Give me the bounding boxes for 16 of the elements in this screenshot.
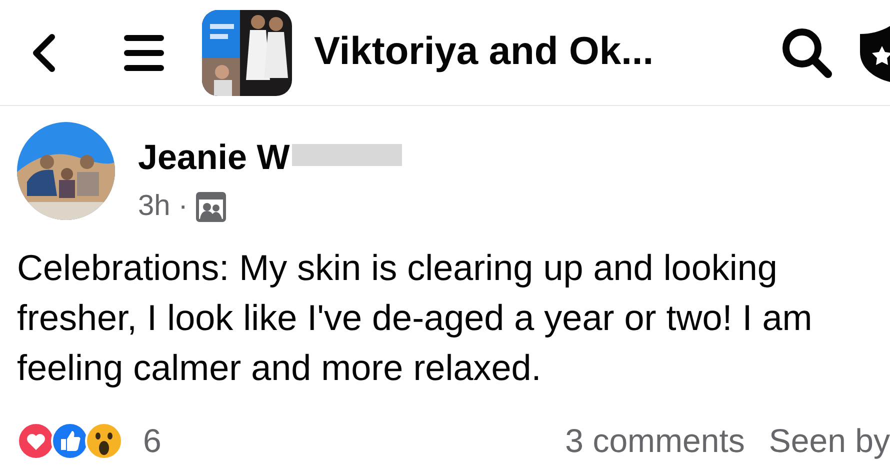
comments-link[interactable]: 3 comments bbox=[565, 420, 745, 460]
shield-icon[interactable] bbox=[860, 24, 890, 82]
reaction-count[interactable]: 6 bbox=[143, 420, 162, 460]
menu-icon[interactable] bbox=[124, 34, 164, 70]
group-audience-icon bbox=[196, 192, 226, 222]
heart-reaction-icon bbox=[17, 422, 55, 460]
separator-dot: · bbox=[178, 189, 188, 224]
post-time[interactable]: 3h bbox=[138, 185, 170, 228]
seen-by-link[interactable]: Seen by bbox=[768, 420, 890, 460]
search-icon[interactable] bbox=[780, 26, 834, 80]
thumbs-up-reaction-icon bbox=[51, 422, 89, 460]
post-text: Celebrations: My skin is clearing up and looking fresher, I look like I've de-aged a year or two! I am feeling calmer and more relaxed. bbox=[16, 246, 814, 390]
group-name: Viktoriya and Ok... bbox=[314, 29, 654, 76]
back-icon[interactable] bbox=[30, 32, 58, 72]
author-name[interactable]: Jeanie W bbox=[138, 140, 290, 175]
wow-reaction-icon bbox=[85, 422, 123, 460]
